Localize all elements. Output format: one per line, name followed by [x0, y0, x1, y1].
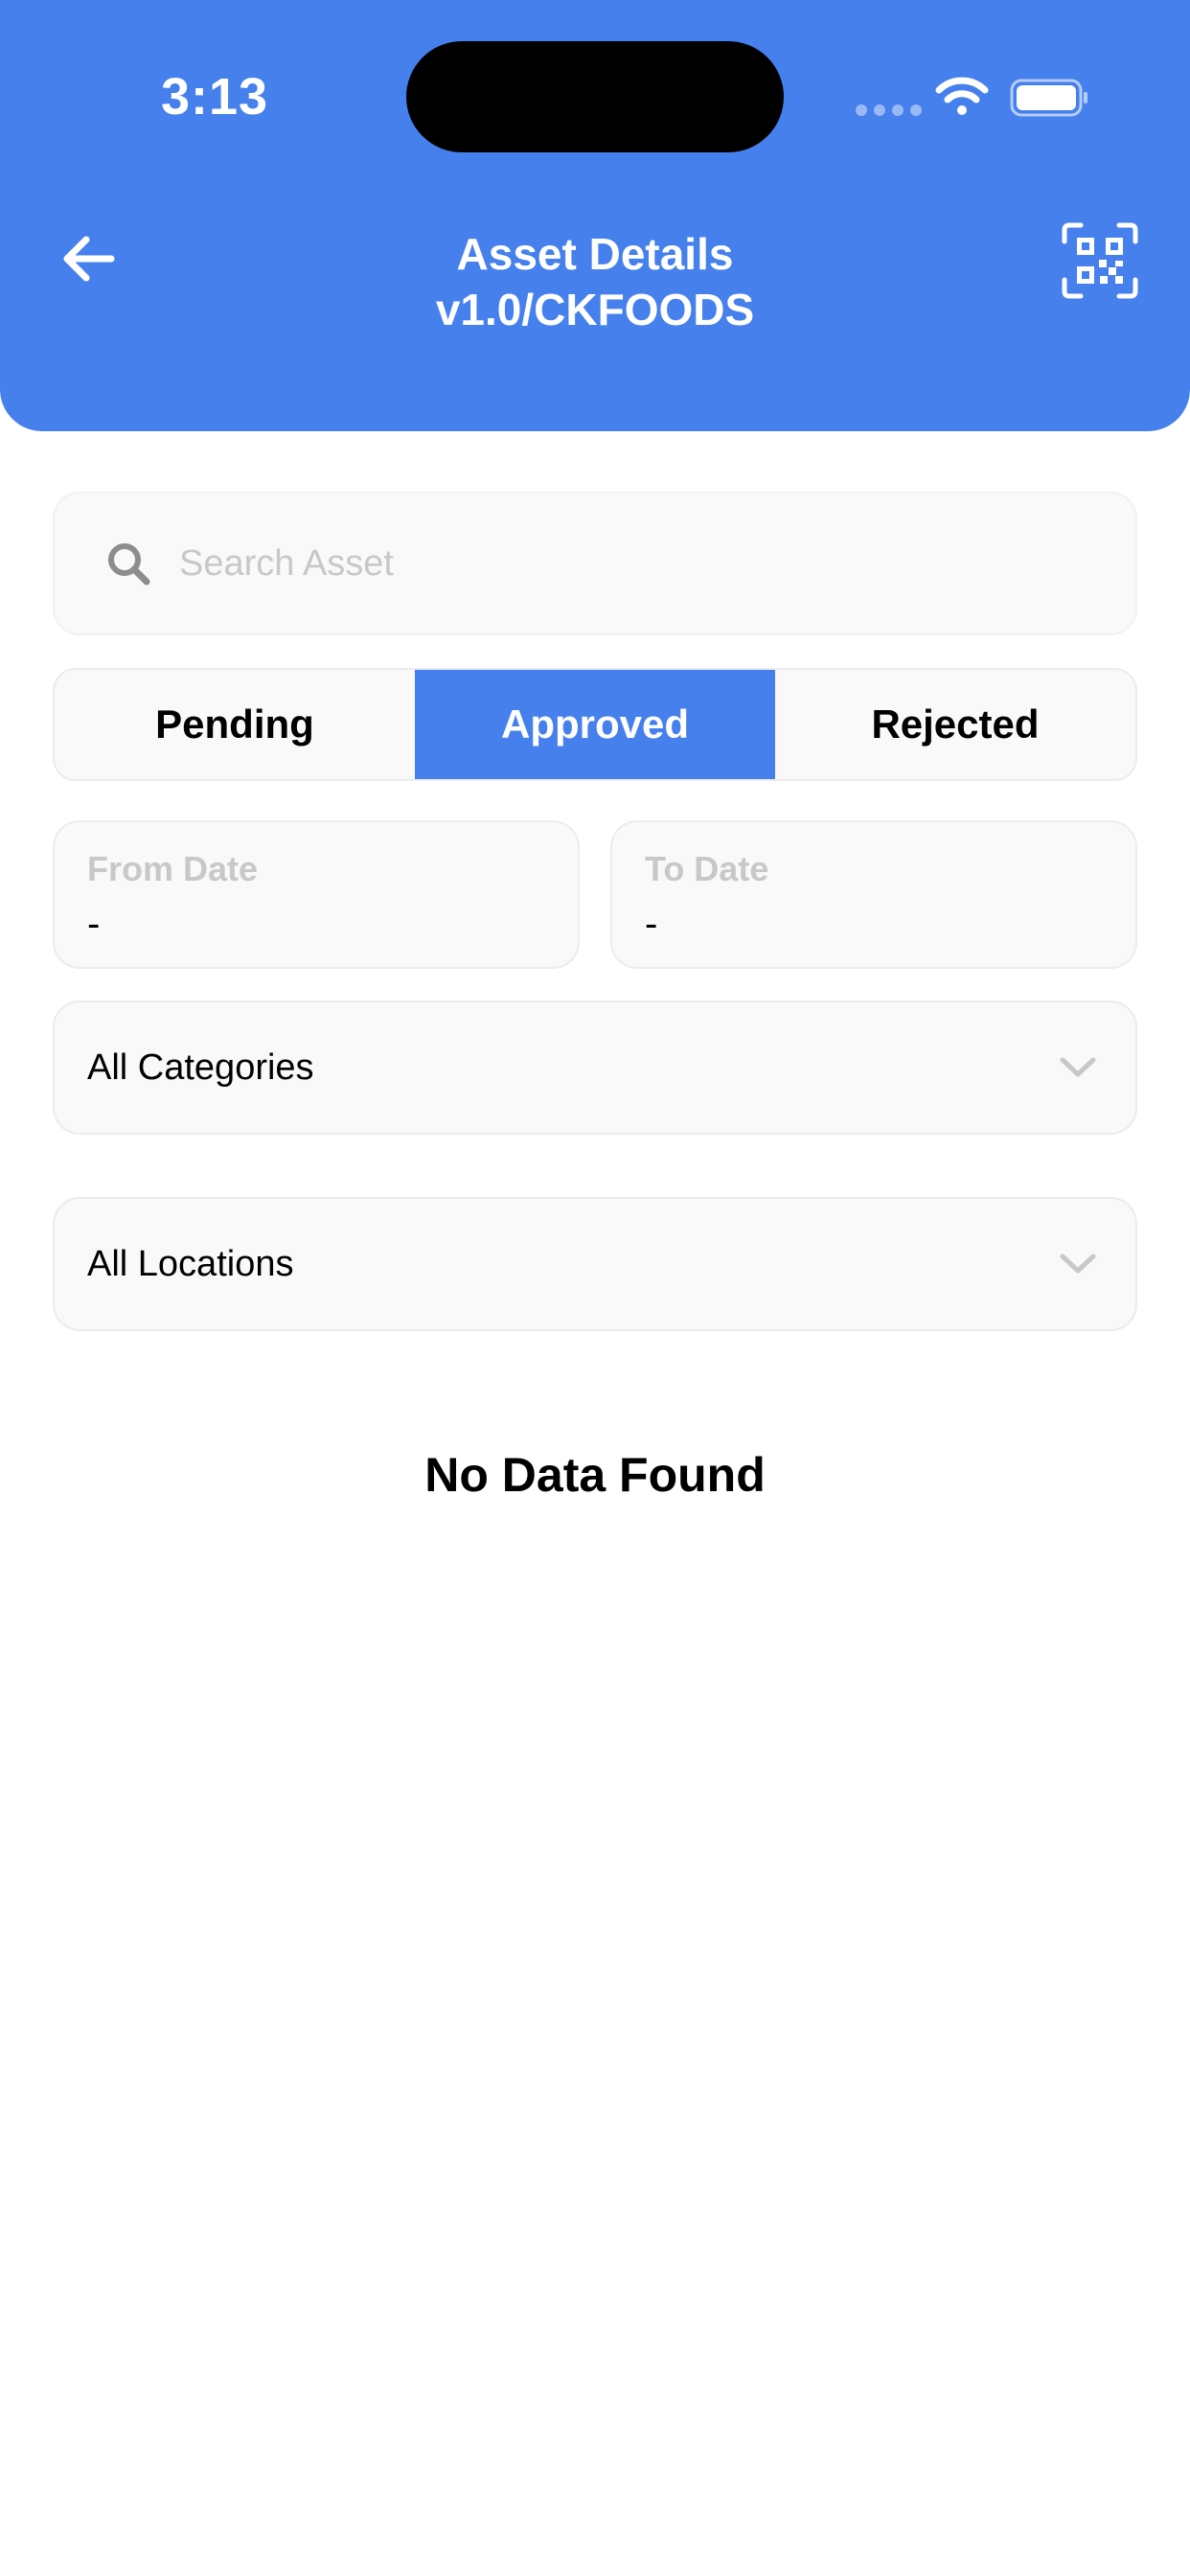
empty-state-message: No Data Found	[424, 1448, 766, 1502]
status-bar-time: 3:13	[161, 68, 269, 126]
app-header: 3:13 Asset Details v1.0/CKFOODS	[0, 0, 1190, 431]
page-title: Asset Details	[456, 229, 734, 279]
from-date-label: From Date	[87, 849, 259, 888]
back-button[interactable]	[57, 228, 119, 289]
search-bar[interactable]	[53, 492, 1137, 635]
dynamic-island	[406, 41, 784, 152]
tab-approved[interactable]: Approved	[415, 670, 775, 779]
chevron-down-icon	[1060, 1254, 1096, 1274]
tab-pending[interactable]: Pending	[55, 670, 415, 779]
page-subtitle: v1.0/CKFOODS	[435, 285, 755, 334]
category-selected-label: All Categories	[87, 1046, 314, 1088]
cellular-signal-icon	[856, 104, 922, 116]
to-date-field[interactable]: To Date -	[610, 820, 1137, 969]
from-date-field[interactable]: From Date -	[53, 820, 580, 969]
location-dropdown[interactable]: All Locations	[53, 1197, 1137, 1331]
qr-code-scan-icon	[1062, 222, 1138, 299]
battery-icon	[1010, 79, 1087, 117]
location-selected-label: All Locations	[87, 1243, 294, 1284]
to-date-value: -	[645, 903, 658, 945]
scan-qr-button[interactable]	[1062, 222, 1138, 299]
tab-rejected[interactable]: Rejected	[775, 670, 1135, 779]
page-title-block: Asset Details v1.0/CKFOODS	[287, 226, 903, 337]
category-dropdown[interactable]: All Categories	[53, 1000, 1137, 1135]
chevron-down-icon	[1060, 1057, 1096, 1077]
arrow-left-icon	[63, 236, 115, 282]
from-date-value: -	[87, 903, 101, 945]
search-input[interactable]	[179, 542, 1041, 585]
search-icon	[108, 543, 150, 586]
to-date-label: To Date	[645, 849, 769, 888]
wifi-icon	[935, 77, 989, 115]
status-tabs: Pending Approved Rejected	[53, 668, 1137, 781]
